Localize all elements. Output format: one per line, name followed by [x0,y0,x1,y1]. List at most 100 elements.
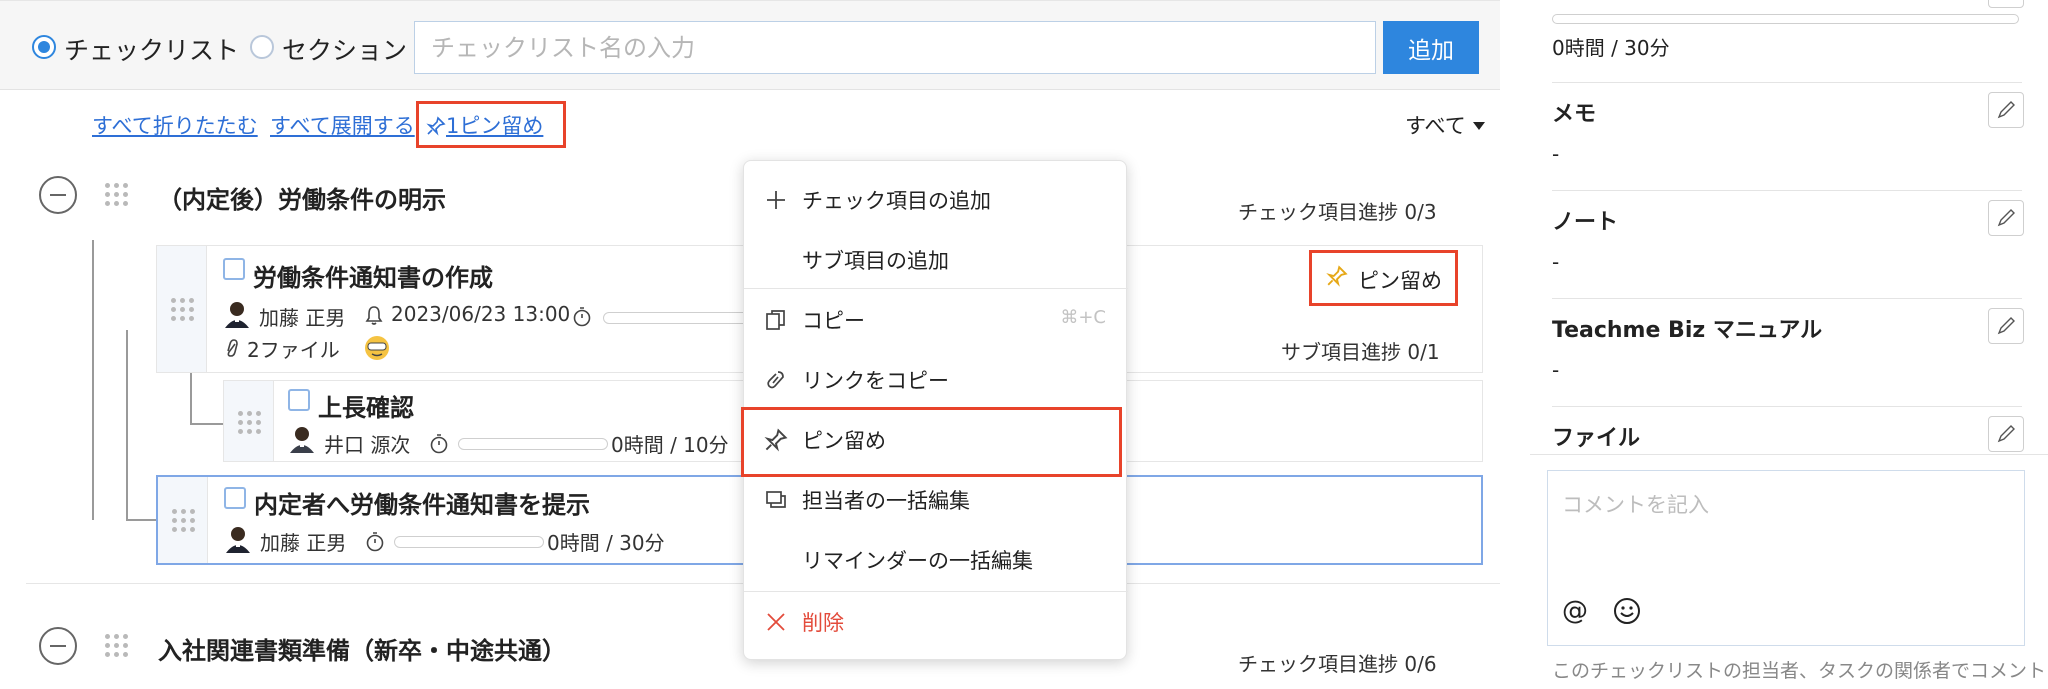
pin-icon [1326,265,1348,287]
section-progress: チェック項目進捗 0/3 [1238,200,1437,224]
tree-line [92,240,94,520]
pencil-icon [1997,425,2015,443]
item-checkbox[interactable] [288,389,310,411]
menu-bulk-edit-assignee[interactable]: 担当者の一括編集 [744,471,1128,529]
pencil-icon [1997,101,2015,119]
filter-dropdown[interactable]: すべて [1405,110,1486,140]
pencil-icon [1997,317,2015,335]
radio-checklist-label[interactable]: チェックリスト [64,31,239,67]
comment-box: @ [1547,470,2025,646]
section-collapse-button[interactable] [39,176,77,214]
section-progress: チェック項目進捗 0/6 [1238,652,1437,676]
timer-progress-bar [458,438,608,450]
section-title: （内定後）労働条件の明示 [158,186,446,214]
menu-copy[interactable]: コピー ⌘+C [744,291,1128,349]
item-files[interactable]: 2ファイル [247,334,340,363]
menu-label: 削除 [802,611,844,635]
file-edit-button[interactable] [1988,416,2024,452]
tree-line [190,370,192,424]
menu-add-sub-item[interactable]: サブ項目の追加 [744,231,1128,289]
divider [1552,82,2022,83]
edit-button[interactable] [1988,0,2024,8]
menu-shortcut: ⌘+C [1060,307,1106,328]
drag-dots [171,298,194,322]
checklist-name-input[interactable] [414,21,1376,74]
divider [1552,190,2022,191]
comment-note: このチェックリストの担当者、タスクの関係者でコメント [1552,660,2047,682]
tree-line [190,423,225,425]
memo-label: メモ [1552,102,1597,127]
expand-all-link[interactable]: すべて展開する [270,110,415,140]
pinned-filter-highlight [416,101,566,148]
avatar [226,527,250,553]
drag-dots [238,411,261,435]
menu-bulk-edit-reminder[interactable]: リマインダーの一括編集 [744,531,1128,589]
file-label: ファイル [1552,426,1641,451]
emoji-reaction-icon[interactable] [363,334,391,362]
avatar [290,427,314,453]
menu-label: 担当者の一括編集 [802,489,970,513]
manual-value: - [1552,358,1560,382]
menu-copy-link[interactable]: リンクをコピー [744,351,1128,409]
emoji-icon[interactable] [1612,596,1642,626]
item-title[interactable]: 内定者へ労働条件通知書を提示 [254,485,590,520]
mention-button[interactable]: @ [1562,596,1588,626]
memo-edit-button[interactable] [1988,92,2024,128]
timer-icon [430,434,448,454]
sub-item-title[interactable]: 上長確認 [318,388,414,423]
menu-label: リンクをコピー [802,369,949,393]
note-label: ノート [1552,210,1619,235]
memo-value: - [1552,142,1560,166]
link-icon [767,371,784,389]
copy-icon [766,310,785,330]
tree-line [126,330,128,520]
pin-badge[interactable]: ピン留め [1309,250,1458,306]
menu-label: リマインダーの一括編集 [802,549,1033,573]
tree-line [126,519,156,521]
time-value: 0時間 / 30分 [1552,36,1670,60]
pin-badge-label: ピン留め [1358,269,1442,293]
radio-checklist[interactable] [32,35,56,59]
item-drag-handle[interactable] [157,246,207,372]
divider [1552,298,2022,299]
item-assignee[interactable]: 井口 源次 [324,429,410,458]
section-drag-handle[interactable] [105,634,128,658]
item-title[interactable]: 労働条件通知書の作成 [253,258,493,293]
section-collapse-button[interactable] [39,627,77,665]
radio-section[interactable] [250,35,274,59]
item-assignee[interactable]: 加藤 正男 [259,302,345,331]
comment-input[interactable] [1548,471,2024,581]
item-drag-handle[interactable] [224,381,274,461]
section-drag-handle[interactable] [105,183,128,207]
menu-label: コピー [802,309,865,333]
collapse-all-link[interactable]: すべて折りたたむ [92,110,258,140]
time-progress-bar [1552,14,2019,24]
close-icon [767,613,785,631]
plus-icon [767,191,785,209]
item-assignee[interactable]: 加藤 正男 [260,527,346,556]
menu-divider [744,591,1128,592]
item-reminder[interactable]: 2023/06/23 13:00 [391,302,570,326]
timer-progress-bar [394,536,544,548]
manual-edit-button[interactable] [1988,308,2024,344]
menu-delete[interactable]: 削除 [744,593,1128,651]
menu-label: サブ項目の追加 [802,249,949,273]
drag-dots [172,509,195,533]
manual-label: Teachme Biz マニュアル [1552,318,1823,343]
divider [1552,406,2022,407]
radio-section-label[interactable]: セクション [282,31,407,67]
checklist-add-bar: チェックリスト セクション 追加 [0,0,1500,90]
assignee-edit-icon [766,491,786,508]
sub-progress: サブ項目進捗 0/1 [1281,340,1440,364]
item-time: 0時間 / 10分 [611,433,729,457]
menu-add-check-item[interactable]: チェック項目の追加 [744,171,1128,229]
item-drag-handle[interactable] [158,477,208,563]
item-checkbox[interactable] [223,258,245,280]
filter-label: すべて [1405,114,1466,138]
pin-menu-highlight [741,407,1122,477]
add-button[interactable]: 追加 [1383,21,1479,74]
item-checkbox[interactable] [224,487,246,509]
menu-label: チェック項目の追加 [802,189,991,213]
note-edit-button[interactable] [1988,200,2024,236]
timer-icon [573,307,591,327]
